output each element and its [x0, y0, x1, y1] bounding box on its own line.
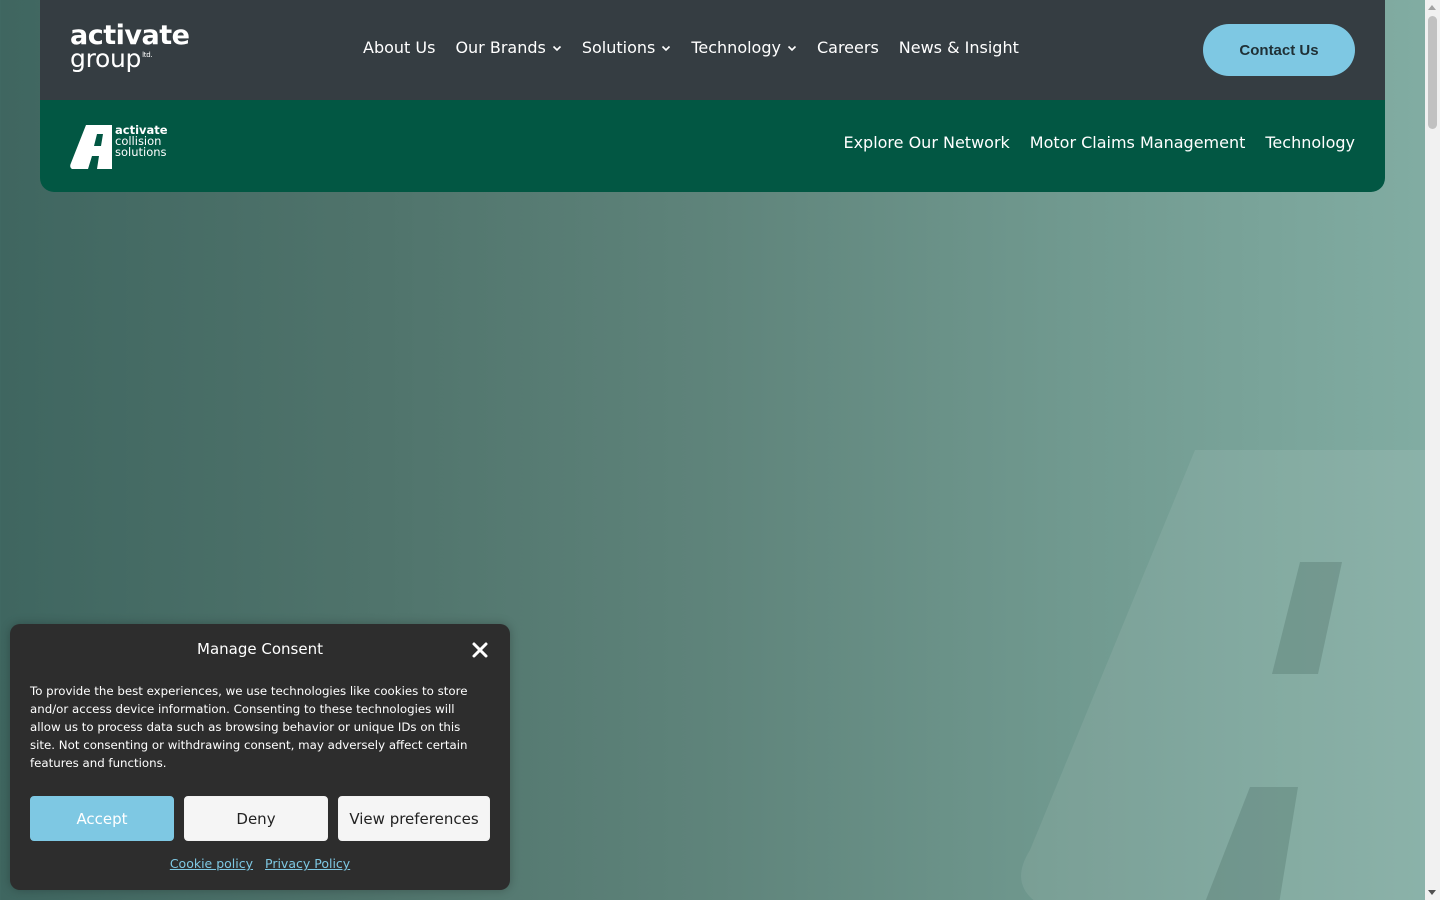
collision-logo-line-3: solutions	[115, 145, 167, 159]
sub-nav-motor-claims[interactable]: Motor Claims Management	[1030, 133, 1246, 152]
activate-collision-solutions-logo[interactable]: activate collision solutions	[70, 124, 168, 169]
consent-links: Cookie policy Privacy Policy	[10, 856, 510, 871]
logo-line-2-text: group	[70, 44, 142, 73]
scroll-up-arrow-icon[interactable]	[1428, 5, 1436, 10]
view-preferences-button[interactable]: View preferences	[338, 796, 490, 841]
scrollbar-thumb[interactable]	[1428, 16, 1437, 129]
collision-logo-words: activate collision solutions	[115, 124, 168, 159]
accept-button[interactable]: Accept	[30, 796, 174, 841]
chevron-down-icon	[552, 45, 561, 51]
chevron-down-icon	[662, 45, 671, 51]
cookie-policy-link[interactable]: Cookie policy	[170, 856, 253, 871]
close-icon[interactable]	[471, 641, 489, 659]
nav-about-us[interactable]: About Us	[363, 38, 435, 57]
nav-about-us-label: About Us	[363, 38, 436, 57]
main-nav: About Us Our Brands Solutions Technology…	[363, 38, 1019, 57]
chevron-down-icon	[787, 45, 797, 51]
nav-technology-label: Technology	[691, 38, 781, 57]
nav-solutions-label: Solutions	[581, 38, 656, 57]
nav-news-insight-label: News & Insight	[898, 38, 1019, 57]
consent-message: To provide the best experiences, we use …	[30, 684, 468, 770]
deny-button[interactable]: Deny	[184, 796, 328, 841]
nav-our-brands-label: Our Brands	[455, 38, 546, 57]
privacy-policy-link[interactable]: Privacy Policy	[265, 856, 350, 871]
nav-solutions[interactable]: Solutions	[582, 38, 672, 57]
sub-nav: Explore Our Network Motor Claims Managem…	[843, 133, 1355, 152]
nav-careers-label: Careers	[816, 38, 879, 57]
consent-title-text: Manage Consent	[197, 640, 323, 658]
nav-technology[interactable]: Technology	[691, 38, 797, 57]
contact-us-button[interactable]: Contact Us	[1203, 24, 1355, 76]
sub-header: activate collision solutions Explore Our…	[40, 100, 1385, 192]
nav-careers[interactable]: Careers	[817, 38, 879, 57]
hero-background-logo-mark	[1021, 450, 1440, 900]
consent-title: Manage Consent	[10, 640, 510, 658]
collision-a-logo-icon	[70, 125, 112, 169]
activate-group-logo[interactable]: activate groupltd.	[70, 22, 190, 73]
sub-nav-technology[interactable]: Technology	[1265, 133, 1355, 152]
nav-our-brands[interactable]: Our Brands	[455, 38, 561, 57]
consent-dialog: Manage Consent To provide the best exper…	[10, 624, 510, 890]
logo-ltd: ltd.	[142, 51, 153, 59]
scroll-down-arrow-icon[interactable]	[1428, 890, 1436, 895]
sub-nav-explore-network[interactable]: Explore Our Network	[843, 133, 1009, 152]
page-scrollbar[interactable]	[1425, 0, 1440, 900]
nav-news-insight[interactable]: News & Insight	[899, 38, 1019, 57]
main-header: activate groupltd. About Us Our Brands S…	[40, 0, 1385, 100]
